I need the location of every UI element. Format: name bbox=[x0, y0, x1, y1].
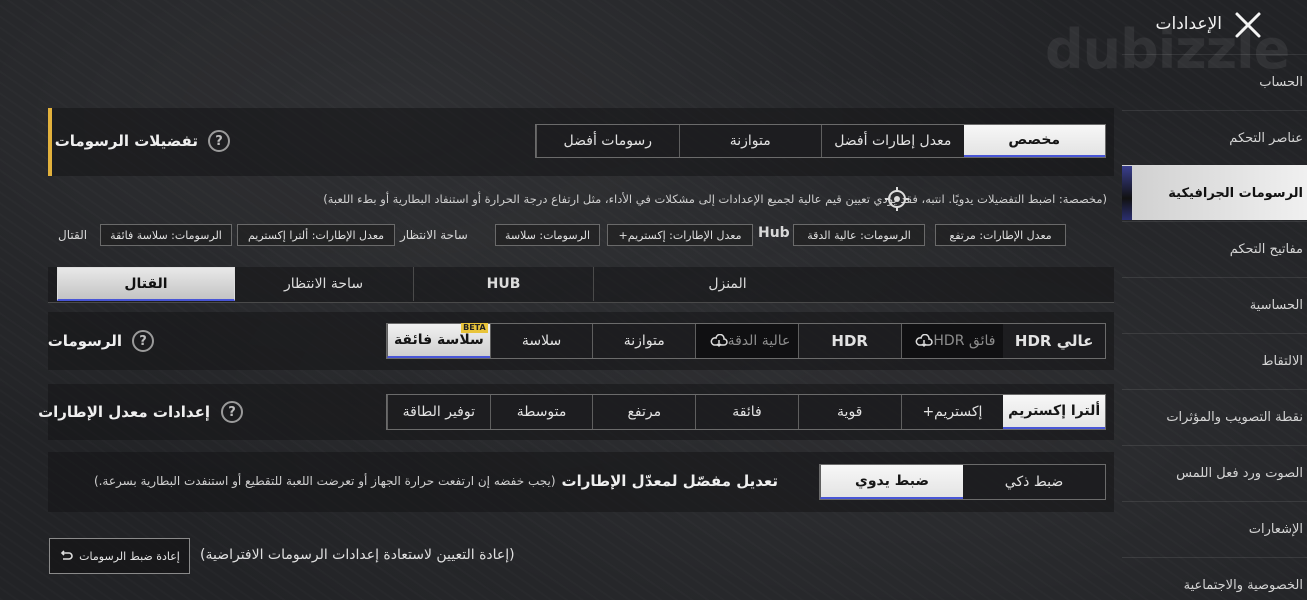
fps-ultra[interactable]: فائقة bbox=[695, 395, 798, 429]
graphics-selector: عالي HDR فائق HDR HDR عالية الدقة متوازن… bbox=[386, 323, 1106, 359]
beta-badge: BETA bbox=[461, 323, 488, 333]
graphics-extra-smooth[interactable]: سلاسة فائقة BETA bbox=[386, 323, 490, 358]
sidebar-item-graphics[interactable]: الرسومات الجرافيكية bbox=[1122, 165, 1307, 220]
graphics-hdr-high[interactable]: عالي HDR bbox=[1003, 324, 1105, 358]
summary-hub-label: Hub bbox=[758, 225, 790, 241]
fps-extreme-plus[interactable]: إكستريم+ bbox=[900, 395, 1004, 429]
tab-home[interactable]: المنزل bbox=[593, 267, 861, 301]
graphics-hdr[interactable]: HDR bbox=[797, 324, 901, 358]
download-icon bbox=[916, 334, 934, 348]
frame-rate-selector: ألترا إكستريم إكستريم+ قوية فائقة مرتفع … bbox=[386, 394, 1106, 430]
fps-mode-manual[interactable]: ضبط يدوي bbox=[820, 465, 963, 499]
help-icon[interactable]: ? bbox=[221, 401, 243, 423]
sidebar-item-label: نقطة التصويب والمؤثرات bbox=[1166, 409, 1303, 425]
tab-lobby[interactable]: ساحة الانتظار bbox=[233, 267, 413, 301]
close-icon bbox=[1235, 12, 1261, 38]
fps-ultra-extreme[interactable]: ألترا إكستريم bbox=[1003, 395, 1105, 429]
sidebar-item-label: الخصوصية والاجتماعية bbox=[1183, 577, 1303, 593]
sidebar-item-account[interactable]: الحساب bbox=[1122, 54, 1307, 109]
sidebar-item-sensitivity[interactable]: الحساسية bbox=[1122, 277, 1307, 332]
summary-tag: الرسومات: سلاسة bbox=[495, 224, 600, 246]
reset-graphics-button[interactable]: إعادة ضبط الرسومات bbox=[49, 538, 190, 574]
summary-tag: معدل الإطارات: إكستريم+ bbox=[607, 224, 753, 246]
help-icon[interactable]: ? bbox=[208, 130, 230, 152]
preference-balanced[interactable]: متوازنة bbox=[678, 125, 821, 157]
detailed-fps-title: تعديل مفصّل لمعدّل الإطارات bbox=[561, 472, 778, 490]
graphics-hd[interactable]: عالية الدقة bbox=[695, 324, 798, 358]
download-icon bbox=[710, 334, 728, 348]
preference-custom[interactable]: مخصص bbox=[963, 125, 1105, 157]
sidebar-item-control-keys[interactable]: مفاتيح التحكم bbox=[1122, 221, 1307, 276]
sidebar-item-label: الرسومات الجرافيكية bbox=[1168, 185, 1303, 201]
reset-button-label: إعادة ضبط الرسومات bbox=[79, 549, 180, 563]
preferences-title: تفضيلات الرسومات bbox=[54, 132, 198, 150]
graphics-title: الرسومات bbox=[47, 332, 122, 350]
target-icon bbox=[884, 186, 910, 212]
summary-tag: معدل الإطارات: مرتفع bbox=[935, 224, 1066, 246]
summary-combat-label: القتال bbox=[58, 228, 88, 242]
frame-rate-title: إعدادات معدل الإطارات bbox=[38, 403, 210, 421]
sidebar-item-controls[interactable]: عناصر التحكم bbox=[1122, 110, 1307, 165]
sidebar-item-label: الإشعارات bbox=[1248, 521, 1303, 537]
option-label: سلاسة فائقة bbox=[393, 332, 484, 348]
close-button[interactable] bbox=[1233, 10, 1263, 40]
sidebar-item-label: عناصر التحكم bbox=[1229, 130, 1303, 146]
accent-bar bbox=[48, 108, 52, 176]
graphics-hdr-ultra[interactable]: فائق HDR bbox=[900, 324, 1004, 358]
sidebar-item-pickup[interactable]: الالتقاط bbox=[1122, 333, 1307, 388]
page-title: الإعدادات bbox=[1155, 14, 1222, 34]
graphics-quality-row: ? الرسومات عالي HDR فائق HDR HDR عالية ا… bbox=[48, 312, 1114, 370]
graphics-smooth[interactable]: سلاسة bbox=[489, 324, 593, 358]
detailed-fps-label: تعديل مفصّل لمعدّل الإطارات (يجب خفضه إن… bbox=[58, 472, 778, 490]
summary-tag: الرسومات: سلاسة فائقة bbox=[100, 224, 232, 246]
sidebar-item-sound-haptics[interactable]: الصوت ورد فعل اللمس bbox=[1122, 445, 1307, 500]
summary-lobby-label: ساحة الانتظار bbox=[400, 228, 468, 242]
reset-icon bbox=[61, 550, 73, 560]
fps-mode-selector: ضبط ذكي ضبط يدوي bbox=[819, 464, 1106, 500]
detailed-fps-note: (يجب خفضه إن ارتفعت حرارة الجهاز أو تعرض… bbox=[93, 474, 556, 488]
sidebar-item-notifications[interactable]: الإشعارات bbox=[1122, 501, 1307, 556]
preferences-selector: مخصص معدل إطارات أفضل متوازنة رسومات أفض… bbox=[535, 124, 1106, 158]
graphics-balanced[interactable]: متوازنة bbox=[592, 324, 696, 358]
summary-tag: معدل الإطارات: ألترا إكستريم bbox=[237, 224, 395, 246]
fps-mode-smart[interactable]: ضبط ذكي bbox=[963, 465, 1105, 499]
help-icon[interactable]: ? bbox=[132, 330, 154, 352]
reset-description: (إعادة التعيين لاستعادة إعدادات الرسومات… bbox=[200, 547, 515, 563]
location-tabs: المنزل HUB ساحة الانتظار القتال bbox=[48, 267, 1114, 303]
sidebar-item-label: مفاتيح التحكم bbox=[1229, 241, 1303, 257]
tab-combat[interactable]: القتال bbox=[57, 267, 235, 301]
preference-better-fps[interactable]: معدل إطارات أفضل bbox=[821, 125, 964, 157]
option-label: عالية الدقة bbox=[727, 333, 791, 349]
fps-medium[interactable]: متوسطة bbox=[489, 395, 593, 429]
custom-preferences-note: (مخصصة: اضبط التفضيلات يدويًا. انتبه، فق… bbox=[55, 184, 1107, 214]
graphics-preferences-panel: ? تفضيلات الرسومات مخصص معدل إطارات أفضل… bbox=[48, 108, 1114, 176]
preference-better-graphics[interactable]: رسومات أفضل bbox=[536, 125, 679, 157]
tab-hub[interactable]: HUB bbox=[413, 267, 593, 301]
sidebar-item-label: الالتقاط bbox=[1261, 353, 1303, 369]
summary-tag: الرسومات: عالية الدقة bbox=[793, 224, 925, 246]
frame-rate-row: ? إعدادات معدل الإطارات ألترا إكستريم إك… bbox=[38, 384, 1114, 440]
sidebar-item-label: الحساب bbox=[1259, 74, 1303, 90]
sidebar-item-privacy-social[interactable]: الخصوصية والاجتماعية bbox=[1122, 557, 1307, 600]
note-text: (مخصصة: اضبط التفضيلات يدويًا. انتبه، فق… bbox=[323, 192, 1107, 206]
fps-high[interactable]: مرتفع bbox=[592, 395, 696, 429]
sidebar-item-label: الصوت ورد فعل اللمس bbox=[1176, 465, 1303, 481]
fps-strong[interactable]: قوية bbox=[797, 395, 901, 429]
detailed-fps-row: تعديل مفصّل لمعدّل الإطارات (يجب خفضه إن… bbox=[48, 452, 1114, 512]
option-label: فائق HDR bbox=[933, 333, 996, 349]
sidebar-item-label: الحساسية bbox=[1249, 297, 1303, 313]
sidebar-item-crosshair-effects[interactable]: نقطة التصويب والمؤثرات bbox=[1122, 389, 1307, 444]
fps-power-saving[interactable]: توفير الطاقة bbox=[386, 395, 490, 429]
settings-sidebar: الحساب عناصر التحكم الرسومات الجرافيكية … bbox=[1122, 54, 1307, 600]
